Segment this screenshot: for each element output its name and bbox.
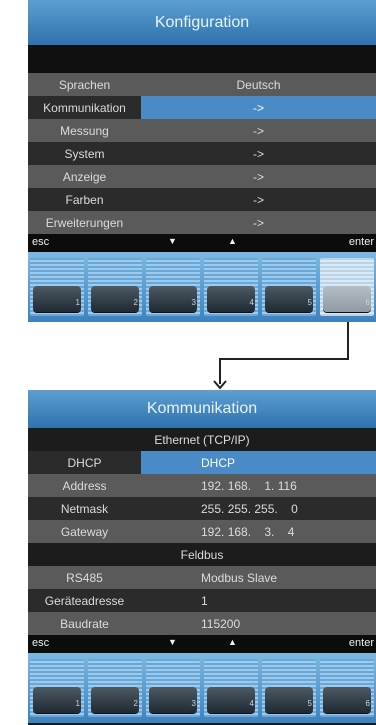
enter-label: enter — [348, 637, 374, 649]
key-cap — [33, 687, 81, 713]
setting-value: DHCP — [141, 451, 376, 474]
setting-label: RS485 — [66, 570, 103, 585]
setting-row-geraeteadresse[interactable]: Geräteadresse 1 — [28, 589, 376, 612]
function-key-1[interactable]: 1 — [30, 659, 84, 717]
softkey-label-bar: esc ▼ ▲ enter — [28, 635, 376, 653]
softkey-label-bar: esc ▼ ▲ enter — [28, 234, 376, 252]
key-number: 1 — [75, 699, 80, 708]
function-key-3[interactable]: 3 — [146, 659, 200, 717]
esc-label: esc — [32, 236, 50, 248]
menu-item-value: -> — [252, 123, 264, 138]
setting-row-baudrate[interactable]: Baudrate 115200 — [28, 612, 376, 635]
menu-item-system[interactable]: System -> — [28, 142, 376, 165]
setting-label: Baudrate — [60, 616, 109, 631]
function-key-4[interactable]: 4 — [204, 659, 258, 717]
menu-item-value: -> — [252, 146, 264, 161]
setting-row-netmask[interactable]: Netmask 255. 255. 255. 0 — [28, 497, 376, 520]
up-arrow-icon: ▲ — [228, 236, 237, 246]
konfiguration-screen: Konfiguration Sprachen Deutsch Kommunika… — [28, 0, 376, 322]
key-number: 5 — [307, 699, 312, 708]
key-cap — [207, 687, 255, 713]
function-key-6[interactable]: 6 — [320, 659, 374, 717]
menu-item-messung[interactable]: Messung -> — [28, 119, 376, 142]
menu-item-label: Erweiterungen — [45, 215, 124, 230]
key-cap — [265, 286, 313, 312]
setting-label: Address — [62, 478, 107, 493]
key-number: 6 — [365, 298, 370, 307]
function-key-4[interactable]: 4 — [204, 258, 258, 316]
setting-value: 115200 — [201, 616, 241, 631]
key-cap — [33, 286, 81, 312]
kommunikation-screen: Kommunikation Ethernet (TCP/IP) DHCP DHC… — [28, 390, 376, 725]
setting-value: Modbus Slave — [201, 570, 278, 585]
up-arrow-icon: ▲ — [228, 637, 237, 647]
key-number: 1 — [75, 298, 80, 307]
menu-item-value: -> — [252, 215, 264, 230]
menu-item-label: Messung — [60, 123, 109, 138]
key-cap — [149, 687, 197, 713]
screen-title: Konfiguration — [28, 0, 376, 45]
function-key-1[interactable]: 1 — [30, 258, 84, 316]
function-key-2[interactable]: 2 — [88, 659, 142, 717]
key-number: 2 — [133, 298, 138, 307]
setting-value: 1 — [201, 593, 208, 608]
key-cap — [323, 687, 371, 713]
key-number: 4 — [249, 298, 254, 307]
setting-row-gateway[interactable]: Gateway 192. 168. 3. 4 — [28, 520, 376, 543]
section-header-feldbus: Feldbus — [28, 543, 376, 566]
menu-item-kommunikation[interactable]: Kommunikation -> — [28, 96, 376, 119]
menu-item-anzeige[interactable]: Anzeige -> — [28, 165, 376, 188]
screen-title: Kommunikation — [28, 390, 376, 428]
section-header-ethernet: Ethernet (TCP/IP) — [28, 428, 376, 451]
key-cap — [265, 687, 313, 713]
menu-item-label: Sprachen — [58, 77, 111, 92]
down-arrow-icon: ▼ — [168, 637, 177, 647]
down-arrow-icon: ▼ — [168, 236, 177, 246]
setting-value: 255. 255. 255. 0 — [201, 501, 298, 516]
setting-label: Gateway — [60, 524, 109, 539]
function-key-3[interactable]: 3 — [146, 258, 200, 316]
setting-value: 192. 168. 1. 116 — [201, 478, 297, 493]
menu-item-sprachen[interactable]: Sprachen Deutsch — [28, 73, 376, 96]
key-cap — [323, 286, 371, 312]
key-number: 4 — [249, 699, 254, 708]
menu-item-label: System — [64, 146, 105, 161]
menu-item-label: Kommunikation — [28, 100, 141, 115]
setting-label: Geräteadresse — [44, 593, 125, 608]
key-number: 2 — [133, 699, 138, 708]
function-key-row: 1 2 3 4 5 6 — [28, 252, 376, 322]
key-cap — [207, 286, 255, 312]
setting-value: 192. 168. 3. 4 — [201, 524, 295, 539]
key-number: 6 — [365, 699, 370, 708]
function-key-6-enter[interactable]: 6 — [320, 258, 374, 316]
setting-row-dhcp[interactable]: DHCP DHCP — [28, 451, 376, 474]
function-key-5[interactable]: 5 — [262, 258, 316, 316]
title-spacer — [28, 45, 376, 73]
menu-item-label: Anzeige — [62, 169, 107, 184]
function-key-2[interactable]: 2 — [88, 258, 142, 316]
menu-item-value: -> — [252, 192, 264, 207]
menu-item-farben[interactable]: Farben -> — [28, 188, 376, 211]
setting-label: DHCP — [28, 455, 141, 470]
menu-item-value: -> — [252, 169, 264, 184]
setting-label: Netmask — [60, 501, 109, 516]
menu-item-label: Farben — [65, 192, 104, 207]
function-key-row: 1 2 3 4 5 6 — [28, 653, 376, 723]
key-number: 3 — [191, 298, 196, 307]
menu-item-erweiterungen[interactable]: Erweiterungen -> — [28, 211, 376, 234]
key-number: 3 — [191, 699, 196, 708]
key-cap — [91, 687, 139, 713]
menu-item-value: Deutsch — [236, 77, 281, 92]
setting-row-address[interactable]: Address 192. 168. 1. 116 — [28, 474, 376, 497]
key-cap — [149, 286, 197, 312]
esc-label: esc — [32, 637, 50, 649]
menu-item-value: -> — [141, 96, 376, 119]
function-key-5[interactable]: 5 — [262, 659, 316, 717]
setting-row-rs485[interactable]: RS485 Modbus Slave — [28, 566, 376, 589]
enter-label: enter — [348, 236, 374, 248]
key-cap — [91, 286, 139, 312]
key-number: 5 — [307, 298, 312, 307]
